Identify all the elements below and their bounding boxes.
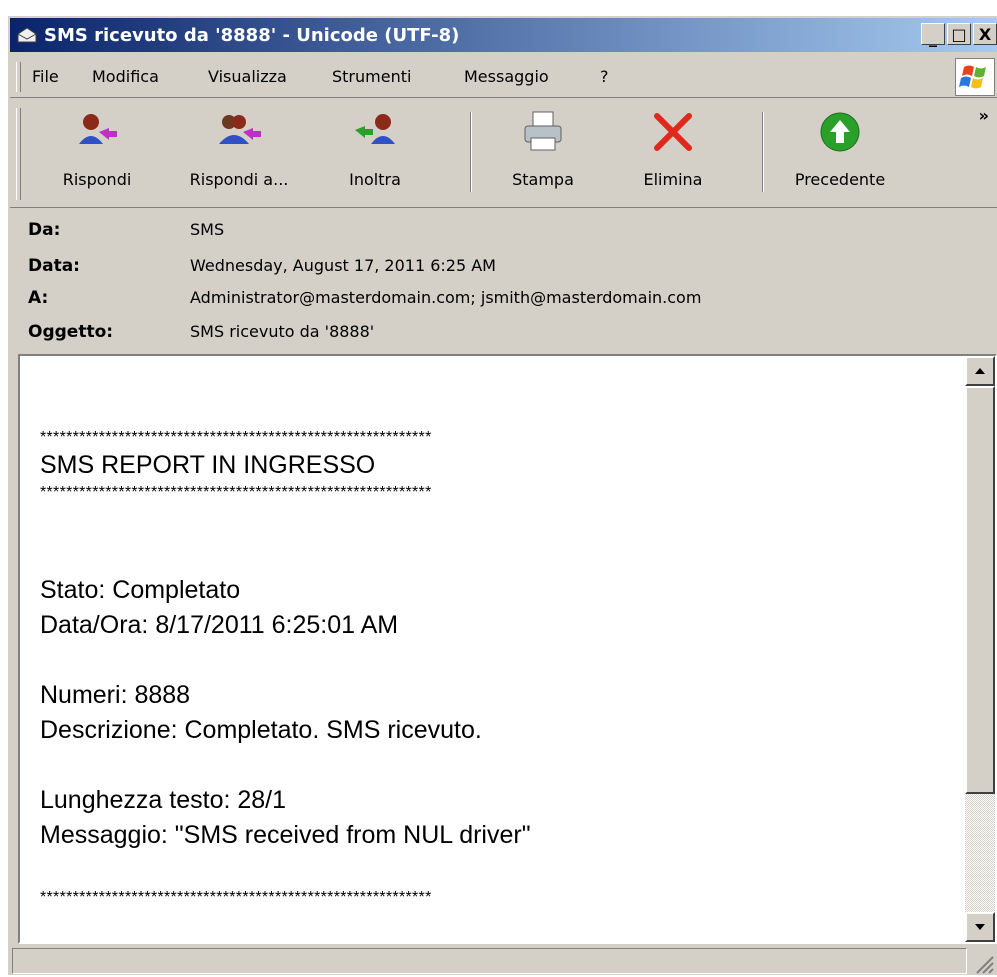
reply-label: Rispondi: [62, 170, 132, 189]
data-ora-line: Data/Ora: 8/17/2011 6:25:01 AM: [40, 611, 399, 639]
printer-icon: [524, 111, 562, 151]
scroll-thumb[interactable]: [965, 386, 995, 794]
date-label: Data:: [28, 256, 80, 276]
forward-label: Inoltra: [349, 170, 401, 189]
message-body[interactable]: ****************************************…: [18, 354, 997, 944]
close-icon: X: [978, 24, 992, 44]
envelope-icon: [17, 27, 37, 43]
toolbar: Rispondi Rispondi a... Inoltra Stampa El…: [10, 100, 997, 208]
message-text: ****************************************…: [40, 358, 960, 908]
resize-grip-icon[interactable]: [973, 953, 995, 975]
windows-logo-icon: [955, 58, 995, 96]
from-value: SMS: [190, 220, 225, 239]
to-label: A:: [28, 288, 49, 308]
vertical-scrollbar[interactable]: [965, 356, 995, 942]
toolbar-grip[interactable]: [16, 108, 21, 200]
numeri-line: Numeri: 8888: [40, 681, 191, 709]
subject-label: Oggetto:: [28, 322, 114, 342]
toolbar-separator: [762, 112, 764, 192]
status-pane: [12, 948, 967, 974]
print-button[interactable]: Stampa: [498, 110, 588, 189]
menu-help[interactable]: ?: [600, 67, 609, 86]
toolbar-more-chevron[interactable]: »: [979, 106, 989, 125]
status-bar: [10, 948, 997, 977]
reply-button[interactable]: Rispondi: [52, 110, 142, 189]
menu-strumenti[interactable]: Strumenti: [332, 67, 411, 86]
previous-label: Precedente: [794, 170, 886, 189]
descrizione-line: Descrizione: Completato. SMS ricevuto.: [40, 716, 482, 744]
messaggio-line: Messaggio: "SMS received from NUL driver…: [40, 821, 531, 849]
forward-icon: [355, 114, 395, 144]
close-button[interactable]: X: [973, 23, 997, 45]
lunghezza-line: Lunghezza testo: 28/1: [40, 786, 287, 814]
reply-all-label: Rispondi a...: [189, 170, 289, 189]
scroll-down-icon: [975, 924, 985, 930]
stato-line: Stato: Completato: [40, 576, 241, 604]
scroll-up-icon: [975, 368, 985, 374]
window-title: SMS ricevuto da '8888' - Unicode (UTF-8): [44, 24, 460, 46]
separator-stars: ****************************************…: [40, 889, 432, 906]
previous-button[interactable]: Precedente: [780, 110, 900, 189]
menu-bar: File Modifica Visualizza Strumenti Messa…: [10, 56, 997, 98]
up-arrow-icon: [820, 112, 860, 152]
forward-button[interactable]: Inoltra: [330, 110, 420, 189]
menu-messaggio[interactable]: Messaggio: [464, 67, 549, 86]
reply-icon: [79, 114, 117, 144]
menu-grip[interactable]: [16, 62, 21, 92]
maximize-button[interactable]: □: [947, 23, 971, 45]
date-value: Wednesday, August 17, 2011 6:25 AM: [190, 256, 496, 275]
minimize-button[interactable]: _: [921, 23, 945, 47]
separator-stars: ****************************************…: [40, 429, 432, 446]
scroll-down-button[interactable]: [965, 912, 995, 942]
minimize-icon: _: [929, 27, 937, 47]
scroll-up-button[interactable]: [965, 356, 995, 386]
title-bar[interactable]: SMS ricevuto da '8888' - Unicode (UTF-8)…: [10, 18, 997, 52]
delete-button[interactable]: Elimina: [628, 110, 718, 189]
reply-all-icon: [219, 115, 261, 144]
email-window: SMS ricevuto da '8888' - Unicode (UTF-8)…: [6, 14, 997, 975]
separator-stars: ****************************************…: [40, 484, 432, 501]
subject-value: SMS ricevuto da '8888': [190, 322, 375, 341]
reply-all-button[interactable]: Rispondi a...: [176, 110, 302, 189]
print-label: Stampa: [512, 170, 574, 189]
report-title: SMS REPORT IN INGRESSO: [40, 451, 376, 479]
toolbar-separator: [470, 112, 472, 192]
to-value: Administrator@masterdomain.com; jsmith@m…: [190, 288, 702, 307]
menu-modifica[interactable]: Modifica: [92, 67, 159, 86]
maximize-icon: □: [951, 24, 967, 44]
delete-x-icon: [654, 113, 692, 151]
delete-label: Elimina: [643, 170, 703, 189]
menu-file[interactable]: File: [32, 67, 59, 86]
menu-visualizza[interactable]: Visualizza: [208, 67, 287, 86]
from-label: Da:: [28, 220, 61, 240]
